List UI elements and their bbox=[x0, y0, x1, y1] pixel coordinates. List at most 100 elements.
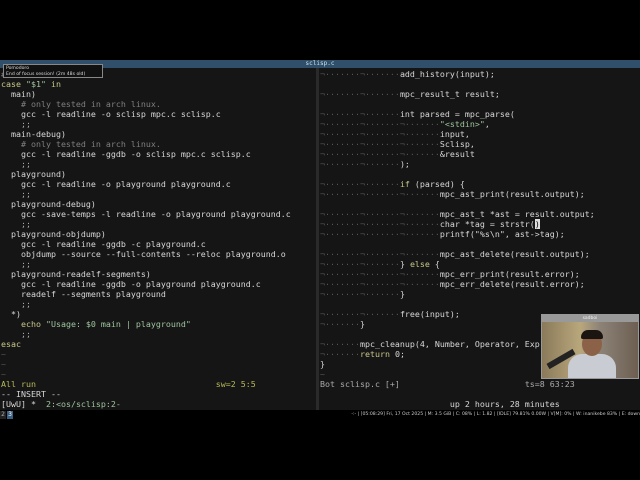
code-token: playground-readelf-segments) bbox=[1, 269, 151, 279]
code-line: ¬·······¬·······} bbox=[320, 289, 595, 299]
code-line: gcc -l readline -o playground playground… bbox=[1, 179, 291, 189]
code-line: Bot sclisp.c [+] ts=8 63:23 bbox=[320, 379, 595, 389]
code-line: main-debug) bbox=[1, 129, 291, 139]
code-line: ¬·······¬·······add_history(input); bbox=[320, 69, 595, 79]
code-line: ;; bbox=[1, 159, 291, 169]
code-line: *) bbox=[1, 309, 291, 319]
code-line: ¬·······¬·······); bbox=[320, 159, 595, 169]
system-status-bar: 2 3 -:- | [05:08:29] Fri, 17 Oct 2025 | … bbox=[0, 410, 640, 420]
code-token: ¬·······¬·······¬······· bbox=[320, 269, 440, 279]
code-token: 0; bbox=[389, 349, 405, 359]
code-line: ¬·······¬·······¬·······"<stdin>", bbox=[320, 119, 595, 129]
webcam-video bbox=[542, 322, 638, 378]
code-token: playground) bbox=[1, 169, 66, 179]
code-token: char *tag = strstr( bbox=[439, 219, 535, 229]
code-token: ¬·······¬·······¬······· bbox=[320, 129, 440, 139]
code-line: [UwU] * 2:<os/sclisp:2- bbox=[1, 399, 291, 409]
code-line: gcc -save-temps -l readline -o playgroun… bbox=[1, 209, 291, 219]
webcam-title: sadboi bbox=[542, 315, 638, 322]
code-line: readelf --segments playground bbox=[1, 289, 291, 299]
left-editor-pane[interactable]: #!/bin/shcase "$1" in main) # only teste… bbox=[0, 68, 316, 410]
code-line: # only tested in arch linux. bbox=[1, 99, 291, 109]
code-token: sw=2 5:5 bbox=[215, 379, 256, 389]
code-token: gcc -l readline -ggdb -o playground play… bbox=[1, 279, 261, 289]
code-token: free(input); bbox=[399, 309, 460, 319]
code-token: mpc_ast_print(result.output); bbox=[439, 189, 585, 199]
code-token: ;; bbox=[1, 259, 31, 269]
code-token: gcc -l readline -o sclisp mpc.c sclisp.c bbox=[1, 109, 221, 119]
code-token: , bbox=[484, 119, 490, 129]
code-token: ¬·······¬······· bbox=[320, 89, 400, 99]
code-token: # only tested in arch linux. bbox=[1, 139, 161, 149]
code-line: esac bbox=[1, 339, 291, 349]
code-line: case "$1" in bbox=[1, 79, 291, 89]
code-line: ¬·······¬·······¬·······input, bbox=[320, 129, 595, 139]
code-token: add_history(input); bbox=[399, 69, 495, 79]
code-token: Sclisp, bbox=[439, 139, 475, 149]
code-token: return bbox=[359, 349, 390, 359]
code-line: ;; bbox=[1, 259, 291, 269]
code-token: esac bbox=[1, 339, 21, 349]
text-cursor: ) bbox=[534, 219, 540, 229]
code-line: ¬·······¬·······¬·······mpc_ast_t *ast =… bbox=[320, 209, 595, 219]
workspace-tags: 2 3 bbox=[0, 411, 13, 419]
code-token: input, bbox=[439, 129, 470, 139]
code-token: &result bbox=[439, 149, 475, 159]
code-token: ¬······· bbox=[320, 349, 360, 359]
code-line: main) bbox=[1, 89, 291, 99]
code-line: ¬·······¬·······¬·······&result bbox=[320, 149, 595, 159]
code-line: ¬·······¬·······¬·······mpc_err_delete(r… bbox=[320, 279, 595, 289]
code-token: ¬·······¬·······¬······· bbox=[320, 209, 440, 219]
code-line: ~ bbox=[1, 349, 291, 359]
code-token: ;; bbox=[1, 119, 31, 129]
code-token: ¬·······¬······· bbox=[320, 69, 400, 79]
code-token: ~ bbox=[1, 369, 6, 379]
system-info: -:- | [05:08:29] Fri, 17 Oct 2025 | M: 3… bbox=[351, 412, 640, 417]
code-token: "$1" bbox=[25, 79, 46, 89]
code-line: ¬·······¬·······} else { bbox=[320, 259, 595, 269]
code-token: ¬·······¬·······¬······· bbox=[320, 119, 440, 129]
code-token: ¬·······¬······· bbox=[320, 309, 400, 319]
workspace-tag-3[interactable]: 3 bbox=[7, 411, 13, 419]
code-token: echo bbox=[1, 319, 46, 329]
notification-body: End of focus session! (2m 48s old) bbox=[6, 72, 86, 77]
webcam-overlay[interactable]: sadboi bbox=[541, 314, 639, 379]
code-line: ¬·······¬·······¬·······mpc_ast_delete(r… bbox=[320, 249, 595, 259]
code-line: gcc -l readline -ggdb -o sclisp mpc.c sc… bbox=[1, 149, 291, 159]
code-token: ¬·······¬·······¬······· bbox=[320, 139, 440, 149]
code-line: ¬·······¬·······¬·······Sclisp, bbox=[320, 139, 595, 149]
pomodoro-notification[interactable]: Pomodoro End of focus session! (2m 48s o… bbox=[3, 64, 103, 78]
code-token: ¬······· bbox=[320, 319, 360, 329]
code-token: gcc -l readline -o playground playground… bbox=[1, 179, 231, 189]
code-token: "<stdin>" bbox=[439, 119, 485, 129]
code-token: ;; bbox=[1, 159, 31, 169]
code-line: ¬·······¬·······if (parsed) { bbox=[320, 179, 595, 189]
code-token: ¬·······¬·······¬······· bbox=[320, 189, 440, 199]
code-token: ;; bbox=[1, 329, 31, 339]
code-token: 2:<os/sclisp:2- bbox=[45, 399, 121, 409]
code-token: mpc_ast_t *ast = result.output; bbox=[439, 209, 595, 219]
code-token: ~ bbox=[320, 369, 325, 379]
code-token: mpc_result_t result; bbox=[399, 89, 500, 99]
code-line: ;; bbox=[1, 219, 291, 229]
code-token: ¬·······¬·······¬······· bbox=[320, 279, 440, 289]
code-line: -- INSERT -- bbox=[1, 389, 291, 399]
code-line: ¬·······¬·······¬·······mpc_err_print(re… bbox=[320, 269, 595, 279]
code-token: *) bbox=[1, 309, 21, 319]
code-line: echo "Usage: $0 main | playground" bbox=[1, 319, 291, 329]
code-line: gcc -l readline -ggdb -c playground.c bbox=[1, 239, 291, 249]
code-token: printf("%s\n", ast->tag); bbox=[439, 229, 565, 239]
code-line: ~ bbox=[1, 359, 291, 369]
code-line: up 2 hours, 28 minutes bbox=[320, 399, 595, 409]
code-token: # only tested in arch linux. bbox=[1, 99, 161, 109]
code-token: ;; bbox=[1, 189, 31, 199]
code-line: gcc -l readline -ggdb -o playground play… bbox=[1, 279, 291, 289]
code-token: gcc -save-temps -l readline -o playgroun… bbox=[1, 209, 291, 219]
code-line: playground-objdump) bbox=[1, 229, 291, 239]
code-token: objdump --source --full-contents --reloc… bbox=[1, 249, 286, 259]
workspace-tag-2[interactable]: 2 bbox=[0, 411, 6, 419]
person-hair bbox=[581, 330, 603, 339]
code-token: main-debug) bbox=[1, 129, 66, 139]
